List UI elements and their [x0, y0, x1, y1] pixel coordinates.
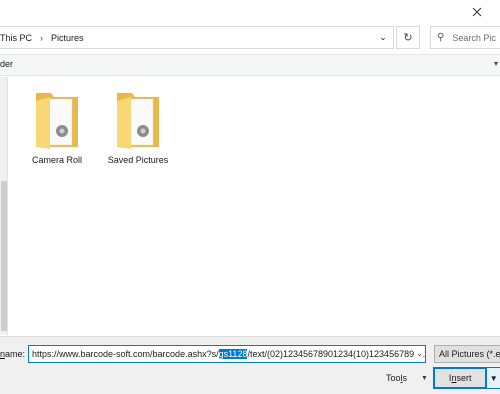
insert-button[interactable]: In sert [434, 368, 487, 388]
file-name-text: https://www.barcode-soft.com/barcode.ash… [32, 349, 219, 359]
file-list: Camera Roll Saved Pictures [8, 77, 500, 335]
breadcrumb: This PC › Pictures [0, 27, 88, 48]
address-bar[interactable]: This PC › Pictures ⌄ [0, 26, 394, 49]
folder-item-saved-pictures[interactable]: Saved Pictures [103, 87, 173, 165]
refresh-button[interactable]: ↻ [396, 26, 420, 49]
file-name-input[interactable]: https://www.barcode-soft.com/barcode.ash… [28, 345, 426, 363]
title-bar [0, 0, 500, 24]
tools-menu-button[interactable]: Tools ▼ [386, 370, 428, 386]
search-icon: ⚲ [437, 32, 445, 43]
insert-split-button[interactable]: In sert ▼ [433, 367, 500, 389]
address-history-dropdown[interactable]: ⌄ [373, 27, 393, 48]
file-name-selection: gs1128 [218, 349, 248, 359]
file-name-label: name: [0, 349, 25, 359]
view-options-dropdown[interactable]: ▾ [494, 59, 498, 68]
breadcrumb-chevron-icon[interactable]: › [36, 33, 47, 43]
close-button[interactable] [454, 0, 500, 24]
tools-label: Tools [386, 373, 407, 383]
folder-label: Saved Pictures [107, 155, 169, 165]
breadcrumb-pictures[interactable]: Pictures [47, 33, 88, 43]
dialog-footer: name: https://www.barcode-soft.com/barco… [0, 336, 500, 394]
navigation-pane [0, 77, 8, 335]
refresh-icon: ↻ [403, 32, 413, 44]
chevron-down-icon: ⌄ [379, 32, 387, 42]
search-box[interactable]: ⚲ Search Pic [430, 26, 500, 49]
insert-label-part: sert [456, 373, 472, 383]
chevron-down-icon[interactable]: ⌄ [414, 349, 423, 358]
breadcrumb-this-pc[interactable]: This PC [0, 33, 36, 43]
new-folder-button[interactable]: der [0, 59, 13, 69]
folder-item-camera-roll[interactable]: Camera Roll [22, 87, 92, 165]
folder-with-camera-icon [117, 93, 159, 149]
tools-label-part: Too [386, 373, 401, 383]
dropdown-arrow-icon: ▼ [489, 373, 498, 383]
folder-with-camera-icon [36, 93, 78, 149]
command-bar: der ▾ [0, 54, 500, 76]
search-placeholder: Search Pic [452, 32, 496, 43]
file-name-label-part: ame: [5, 349, 26, 359]
tools-label-part: s [402, 373, 408, 383]
file-type-select[interactable]: All Pictures (*.em [434, 345, 500, 363]
insert-options-dropdown[interactable]: ▼ [486, 368, 500, 388]
dropdown-arrow-icon: ▼ [421, 374, 428, 382]
folder-label: Camera Roll [31, 155, 82, 165]
file-name-text: /text/(02)12345678901234(10)123456789012 [247, 349, 426, 359]
close-icon [472, 7, 482, 17]
